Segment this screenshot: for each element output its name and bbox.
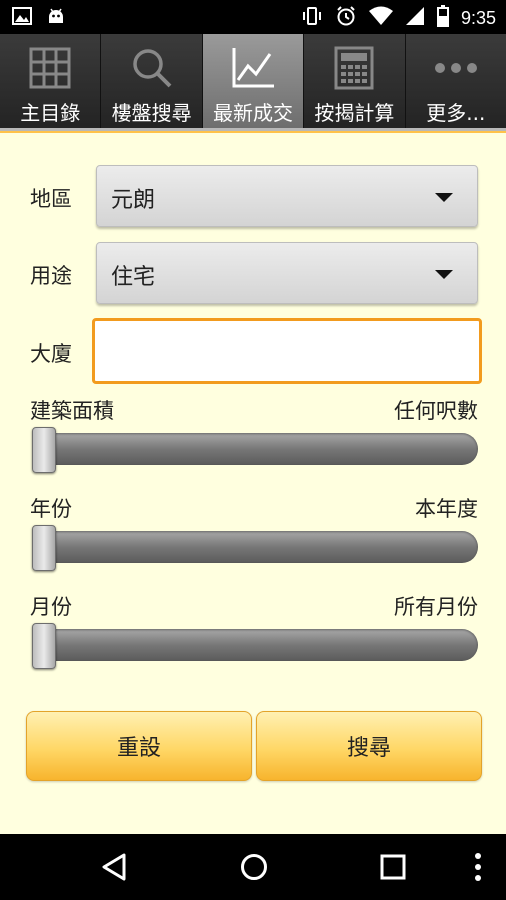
tab-label: 更多... [426,101,486,125]
alarm-icon [335,5,357,31]
area-slider-label: 建築面積 [30,399,114,423]
area-slider-thumb[interactable] [32,427,56,473]
more-icon [434,44,478,92]
dropdown-arrow-icon [435,193,453,202]
usage-value: 住宅 [111,265,156,290]
tab-label: 樓盤搜尋 [111,101,192,125]
battery-icon [436,5,449,31]
navigation-bar [0,834,506,900]
calculator-icon [334,44,374,92]
building-input[interactable] [92,318,482,384]
district-value: 元朗 [111,188,156,213]
year-slider-track[interactable] [32,531,478,563]
tab-mortgage-calculator[interactable]: 按揭計算 [304,34,406,130]
tab-label: 最新成交 [213,101,294,125]
usage-label: 用途 [30,264,72,288]
image-icon [12,6,32,30]
vibrate-icon [301,5,323,31]
year-slider-thumb[interactable] [32,525,56,571]
status-bar: 9:35 [0,0,506,34]
district-label: 地區 [30,187,72,211]
month-slider-value: 所有月份 [394,595,478,619]
tab-latest-transactions[interactable]: 最新成交 [202,34,305,130]
tab-bar: 主目錄 樓盤搜尋 最新成交 按揭計算 更多... [0,34,506,130]
android-icon [46,6,66,30]
grid-icon [28,44,72,92]
search-button[interactable]: 搜尋 [256,711,482,781]
signal-icon [405,6,425,30]
reset-button[interactable]: 重設 [26,711,252,781]
recents-icon[interactable] [380,854,406,884]
clock: 9:35 [460,7,496,28]
year-slider-value: 本年度 [415,497,478,521]
usage-select[interactable]: 住宅 [96,242,478,304]
overflow-menu-icon[interactable] [474,852,482,886]
tab-label: 按揭計算 [314,101,395,125]
year-slider-label: 年份 [30,497,72,521]
tab-more[interactable]: 更多... [405,34,506,130]
back-icon[interactable] [100,852,128,886]
building-label: 大廈 [30,342,72,366]
tab-property-search[interactable]: 樓盤搜尋 [101,34,203,130]
month-slider-track[interactable] [32,629,478,661]
search-form: 地區 元朗 用途 住宅 大廈 建築面積 任何呎數 年份 本年度 月份 所有月份 … [0,131,506,834]
dropdown-arrow-icon [435,270,453,279]
tab-label: 主目錄 [20,101,81,125]
area-slider-track[interactable] [32,433,478,465]
district-select[interactable]: 元朗 [96,165,478,227]
tab-main-menu[interactable]: 主目錄 [0,34,102,130]
search-icon [130,44,174,92]
line-chart-icon [230,44,276,92]
month-slider-thumb[interactable] [32,623,56,669]
wifi-icon [368,6,393,30]
home-icon[interactable] [239,852,269,886]
month-slider-label: 月份 [30,595,72,619]
area-slider-value: 任何呎數 [394,399,478,423]
